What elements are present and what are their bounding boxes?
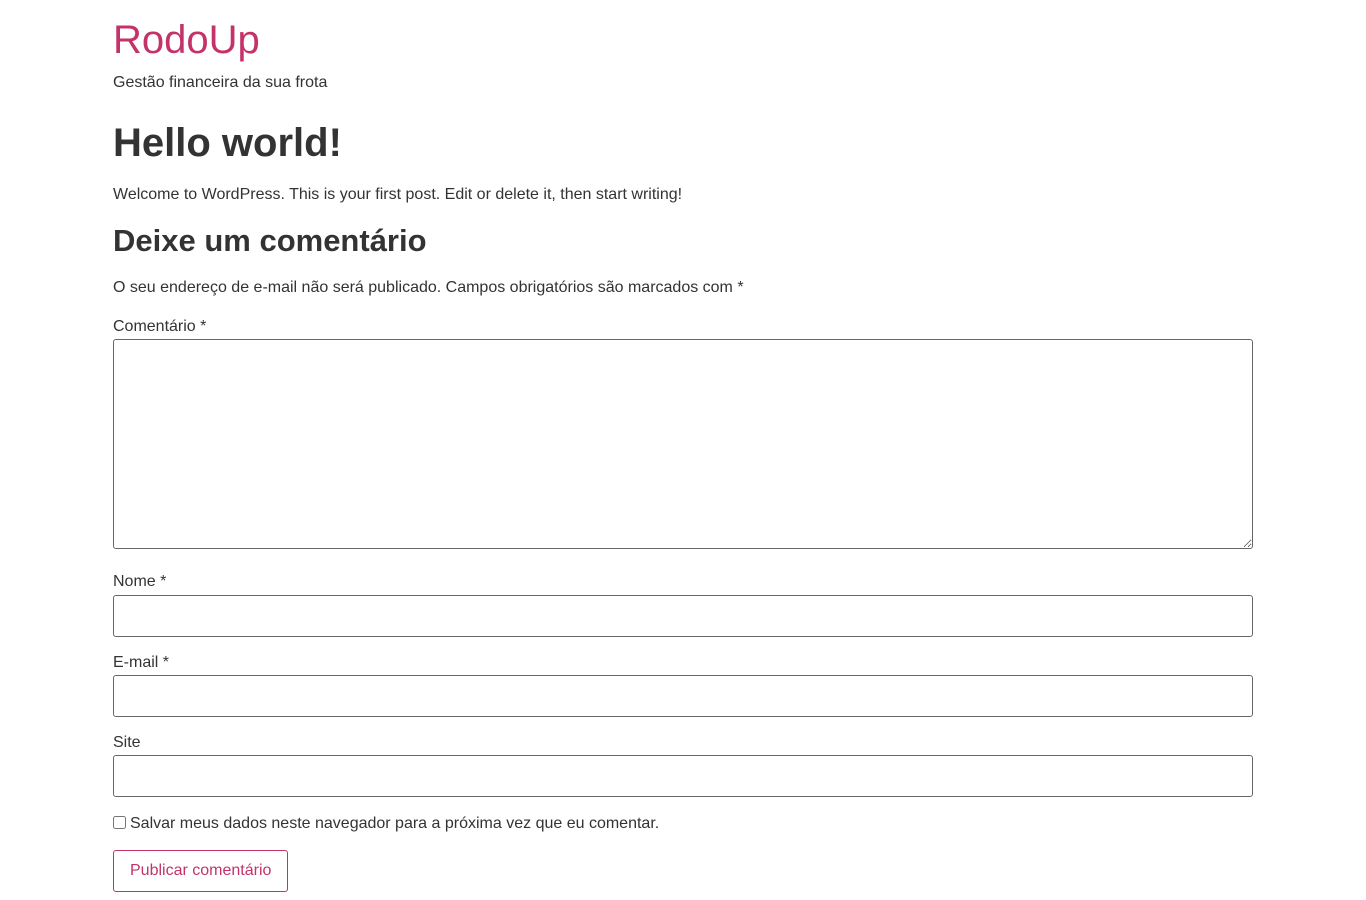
required-marker: *: [737, 279, 744, 296]
comment-notes: O seu endereço de e-mail não será public…: [113, 278, 744, 298]
name-label: Nome *: [113, 572, 166, 592]
site-input[interactable]: [113, 755, 1253, 797]
name-input[interactable]: [113, 595, 1253, 637]
comment-notes-text: O seu endereço de e-mail não será public…: [113, 279, 733, 296]
cookies-consent-row: Salvar meus dados neste navegador para a…: [113, 814, 659, 834]
comment-label: Comentário *: [113, 317, 206, 337]
post-content: Welcome to WordPress. This is your first…: [113, 186, 683, 203]
name-label-text: Nome: [113, 573, 156, 590]
submit-comment-button[interactable]: Publicar comentário: [113, 850, 289, 892]
email-input[interactable]: [113, 675, 1253, 717]
cookies-consent-checkbox[interactable]: [113, 815, 126, 829]
required-marker: *: [200, 318, 207, 335]
site-description: Gestão financeira da sua frota: [113, 74, 328, 91]
email-label-text: E-mail: [113, 654, 159, 671]
required-marker: *: [162, 654, 170, 671]
site-label: Site: [113, 733, 141, 753]
site-title-link[interactable]: RodoUp: [113, 16, 260, 64]
required-marker: *: [160, 573, 167, 590]
cookies-consent-label[interactable]: Salvar meus dados neste navegador para a…: [130, 814, 659, 834]
post-title: Hello world!: [113, 121, 342, 165]
email-label: E-mail *: [113, 653, 169, 673]
site-label-text: Site: [113, 734, 141, 751]
comment-textarea[interactable]: [113, 339, 1253, 549]
comment-form-heading: Deixe um comentário: [113, 223, 427, 258]
comment-label-text: Comentário: [113, 318, 196, 335]
